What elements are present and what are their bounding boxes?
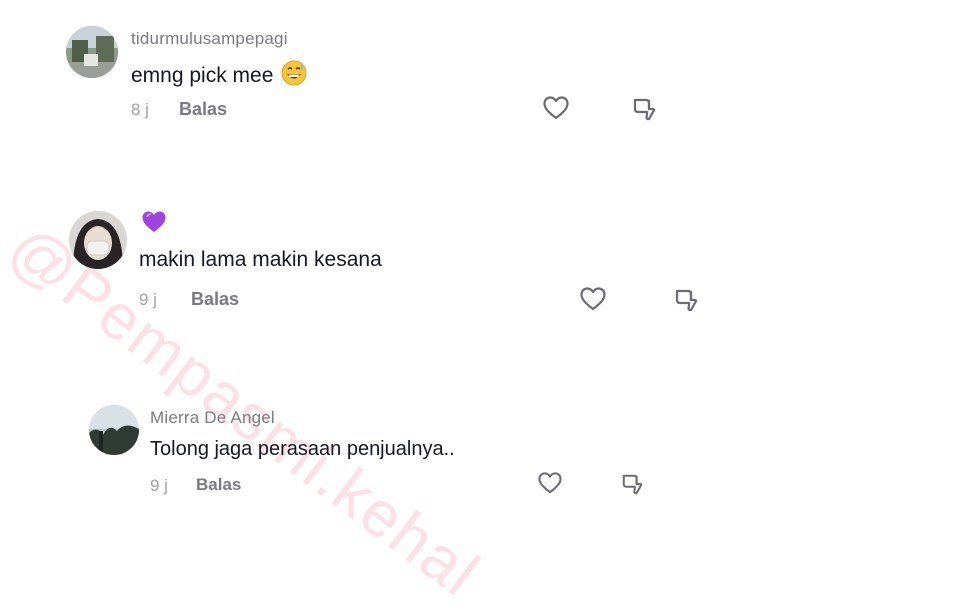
purple-heart-emoji [141,210,167,239]
comment-text-content: emng pick mee [131,64,274,87]
thumbs-down-icon[interactable] [632,97,656,121]
avatar[interactable] [66,26,118,78]
comment-time: 8 j [131,100,149,119]
heart-outline-icon[interactable] [543,96,569,120]
reply-button[interactable]: Balas [191,289,239,310]
grinning-sweat-emoji [281,60,307,92]
thumbs-down-icon[interactable] [674,288,698,312]
heart-outline-icon[interactable] [580,287,606,311]
comment-username[interactable]: tidurmulusampepagi [131,29,288,49]
comment-username[interactable]: Mierra De Angel [150,408,275,428]
heart-outline-icon[interactable] [538,472,562,494]
comment-time: 9 j [139,290,157,309]
avatar[interactable] [89,405,139,455]
reply-button[interactable]: Balas [196,475,241,495]
comment-text: makin lama makin kesana [139,248,382,271]
reply-button[interactable]: Balas [179,99,227,120]
comment-text: Tolong jaga perasaan penjualnya.. [150,438,455,460]
comment-text: emng pick mee [131,60,307,92]
comment-time: 9 j [150,476,168,495]
thumbs-down-icon[interactable] [621,473,643,495]
comment-username[interactable] [139,210,167,239]
avatar[interactable] [69,211,127,269]
